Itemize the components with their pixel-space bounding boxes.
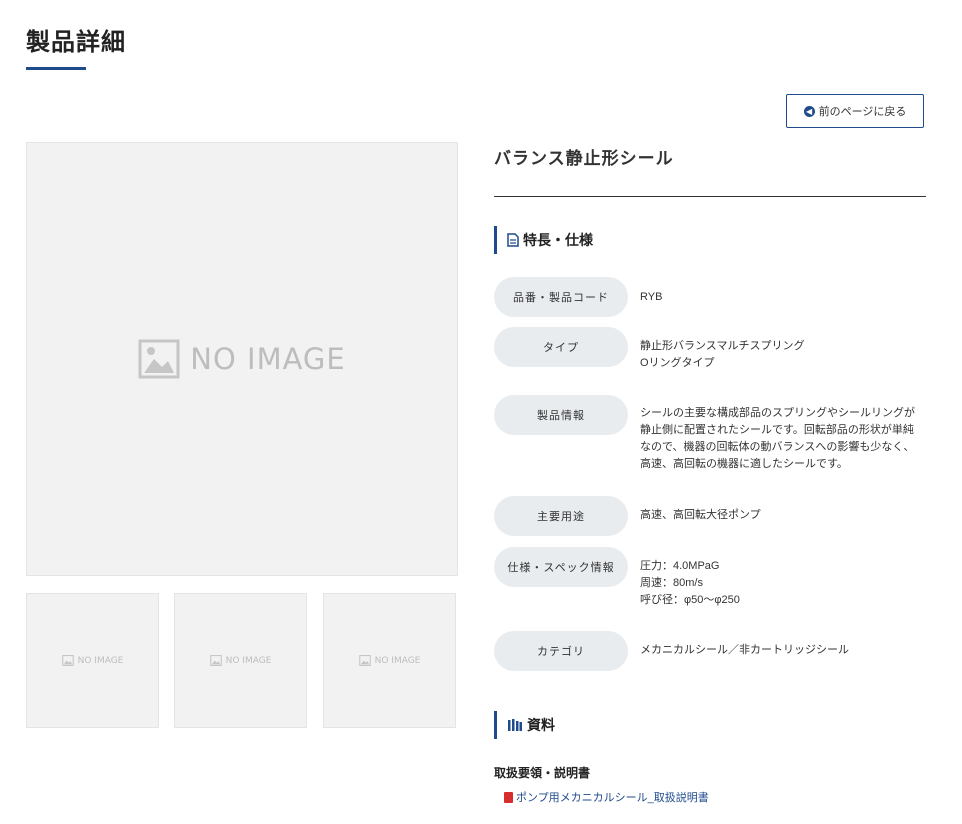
spec-value-line: 静止側に配置されたシールです。回転部品の形状が単純 bbox=[640, 424, 914, 436]
spec-value-line: RYB bbox=[640, 291, 663, 303]
page-title: 製品詳細 bbox=[26, 29, 126, 56]
spec-value: 静止形バランスマルチスプリング Oリングタイプ bbox=[640, 338, 926, 372]
features-heading: 特長・仕様 bbox=[494, 226, 593, 254]
spec-value-line: メカニカルシール／非カートリッジシール bbox=[640, 644, 849, 656]
main-image-placeholder-text: NO IMAGE bbox=[190, 342, 346, 376]
pdf-icon bbox=[504, 791, 513, 803]
thumbnail-placeholder-text: NO IMAGE bbox=[77, 655, 124, 666]
divider bbox=[494, 196, 926, 197]
thumbnail-1[interactable]: NO IMAGE bbox=[26, 593, 159, 728]
thumbnail-placeholder-text: NO IMAGE bbox=[374, 655, 421, 666]
image-placeholder-icon bbox=[209, 655, 222, 666]
spec-label: 製品情報 bbox=[494, 395, 628, 435]
spec-value: メカニカルシール／非カートリッジシール bbox=[640, 642, 926, 659]
spec-value-line: なので、機器の回転体の動バランスへの影響も少なく、 bbox=[640, 441, 915, 453]
spec-value-line: 静止形バランスマルチスプリング bbox=[640, 340, 805, 352]
image-placeholder-icon bbox=[138, 339, 180, 379]
spec-value: シールの主要な構成部品のスプリングやシールリングが 静止側に配置されたシールです… bbox=[640, 405, 926, 473]
features-heading-label: 特長・仕様 bbox=[523, 232, 593, 248]
spec-label: 品番・製品コード bbox=[494, 277, 628, 317]
spec-value: 高速、高回転大径ポンプ bbox=[640, 507, 926, 524]
thumbnail-3[interactable]: NO IMAGE bbox=[323, 593, 456, 728]
spec-value-line: 高速、高回転大径ポンプ bbox=[640, 509, 761, 521]
document-link[interactable]: ポンプ用メカニカルシール_取扱説明書 bbox=[504, 789, 709, 805]
library-icon bbox=[507, 718, 523, 732]
image-placeholder-icon bbox=[358, 655, 371, 666]
spec-value-line: Oリングタイプ bbox=[640, 357, 715, 369]
documents-subtitle: 取扱要領・説明書 bbox=[494, 766, 591, 780]
product-name: バランス静止形シール bbox=[494, 149, 674, 168]
documents-heading: 資料 bbox=[494, 711, 555, 739]
thumbnail-2[interactable]: NO IMAGE bbox=[174, 593, 307, 728]
back-button-label: 前のページに戻る bbox=[818, 106, 907, 118]
arrow-left-circle-icon: ◀ bbox=[803, 105, 815, 117]
title-underline bbox=[26, 67, 86, 70]
spec-value-line: 圧力：4.0MPaG bbox=[640, 560, 720, 572]
spec-label: 仕様・スペック情報 bbox=[494, 547, 628, 587]
spec-value-line: 呼び径：φ50〜φ250 bbox=[640, 594, 740, 606]
documents-heading-label: 資料 bbox=[527, 717, 555, 733]
spec-label: 主要用途 bbox=[494, 496, 628, 536]
main-product-image: NO IMAGE bbox=[26, 142, 458, 576]
document-link-label: ポンプ用メカニカルシール_取扱説明書 bbox=[516, 792, 709, 804]
spec-label: タイプ bbox=[494, 327, 628, 367]
spec-label: カテゴリ bbox=[494, 631, 628, 671]
document-icon bbox=[507, 233, 519, 247]
back-button[interactable]: ◀ 前のページに戻る bbox=[786, 94, 924, 128]
spec-value-line: 高速、高回転の機器に適したシールです。 bbox=[640, 458, 848, 470]
spec-value: 圧力：4.0MPaG 周速：80m/s 呼び径：φ50〜φ250 bbox=[640, 558, 926, 609]
spec-value: RYB bbox=[640, 289, 926, 306]
thumbnail-placeholder-text: NO IMAGE bbox=[225, 655, 272, 666]
image-placeholder-icon bbox=[61, 655, 74, 666]
spec-value-line: シールの主要な構成部品のスプリングやシールリングが bbox=[640, 407, 915, 419]
spec-value-line: 周速：80m/s bbox=[640, 577, 703, 589]
